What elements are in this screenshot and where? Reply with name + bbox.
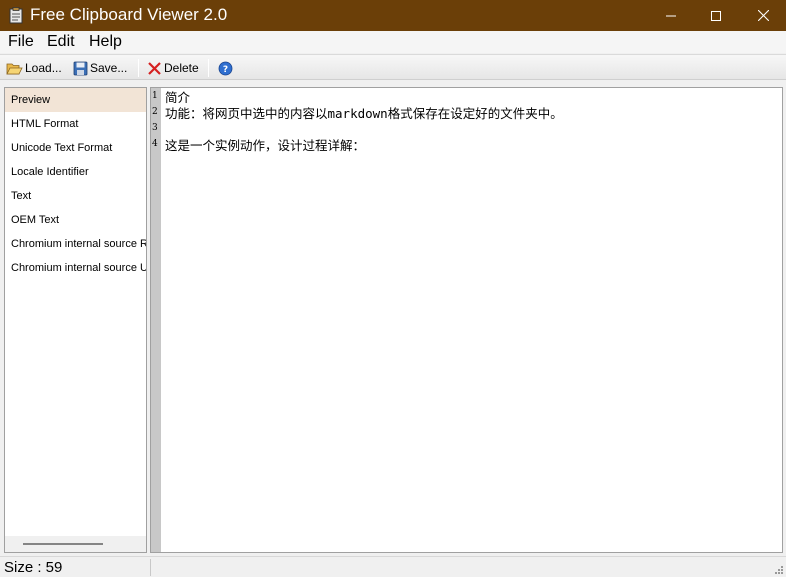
help-button[interactable]: ? xyxy=(218,58,235,78)
menu-edit[interactable]: Edit xyxy=(47,33,75,51)
load-button[interactable]: Load... xyxy=(6,58,62,78)
menu-file[interactable]: File xyxy=(8,33,34,51)
scrollbar-thumb[interactable] xyxy=(23,543,103,545)
toolbar: Load... Save... Delete ? xyxy=(0,54,786,80)
horizontal-scrollbar[interactable] xyxy=(5,536,146,552)
menu-help[interactable]: Help xyxy=(89,33,122,51)
close-icon xyxy=(757,10,769,21)
resize-grip-icon[interactable] xyxy=(773,564,783,574)
preview-editor[interactable]: 1 2 3 4 简介 功能：将网页中选中的内容以markdown格式保存在设定好… xyxy=(150,87,783,553)
folder-open-icon xyxy=(6,63,23,74)
help-icon: ? xyxy=(218,61,233,75)
save-disk-icon xyxy=(73,61,88,75)
save-label: Save... xyxy=(90,61,128,75)
line-number: 4 xyxy=(152,139,158,149)
close-button[interactable] xyxy=(740,0,786,31)
maximize-button[interactable] xyxy=(693,0,739,31)
list-item-chromium-source-url[interactable]: Chromium internal source URL xyxy=(5,256,146,280)
list-item-text[interactable]: Text xyxy=(5,184,146,208)
status-bar: Size : 59 xyxy=(0,556,786,577)
delete-x-icon xyxy=(148,61,161,75)
list-item-html-format[interactable]: HTML Format xyxy=(5,112,146,136)
list-item-preview[interactable]: Preview xyxy=(5,88,146,112)
window-title: Free Clipboard Viewer 2.0 xyxy=(30,5,228,24)
list-item-chromium-source-rfh[interactable]: Chromium internal source RFH token xyxy=(5,232,146,256)
line-number: 2 xyxy=(152,107,158,117)
clipboard-app-icon xyxy=(9,7,23,24)
line-number-gutter: 1 2 3 4 xyxy=(151,88,161,552)
toolbar-separator xyxy=(138,59,139,77)
delete-label: Delete xyxy=(164,61,199,75)
minimize-icon xyxy=(666,15,676,16)
title-bar: Free Clipboard Viewer 2.0 xyxy=(0,0,786,31)
save-button[interactable]: Save... xyxy=(73,58,127,78)
editor-line: 这是一个实例动作，设计过程详解： xyxy=(165,138,366,153)
format-list[interactable]: Preview HTML Format Unicode Text Format … xyxy=(4,87,147,553)
svg-text:?: ? xyxy=(223,65,228,75)
line-number: 3 xyxy=(152,123,158,133)
maximize-icon xyxy=(711,10,721,21)
minimize-button[interactable] xyxy=(648,0,694,31)
list-item-unicode-text-format[interactable]: Unicode Text Format xyxy=(5,136,146,160)
load-label: Load... xyxy=(25,61,62,75)
toolbar-separator xyxy=(208,59,209,77)
editor-line: 功能：将网页中选中的内容以markdown格式保存在设定好的文件夹中。 xyxy=(165,106,563,121)
status-separator xyxy=(150,559,151,576)
menu-bar: File Edit Help xyxy=(0,31,786,53)
line-number: 1 xyxy=(152,91,158,101)
delete-button[interactable]: Delete xyxy=(147,58,199,78)
list-item-locale-identifier[interactable]: Locale Identifier xyxy=(5,160,146,184)
status-size: Size : 59 xyxy=(4,559,63,576)
list-item-oem-text[interactable]: OEM Text xyxy=(5,208,146,232)
